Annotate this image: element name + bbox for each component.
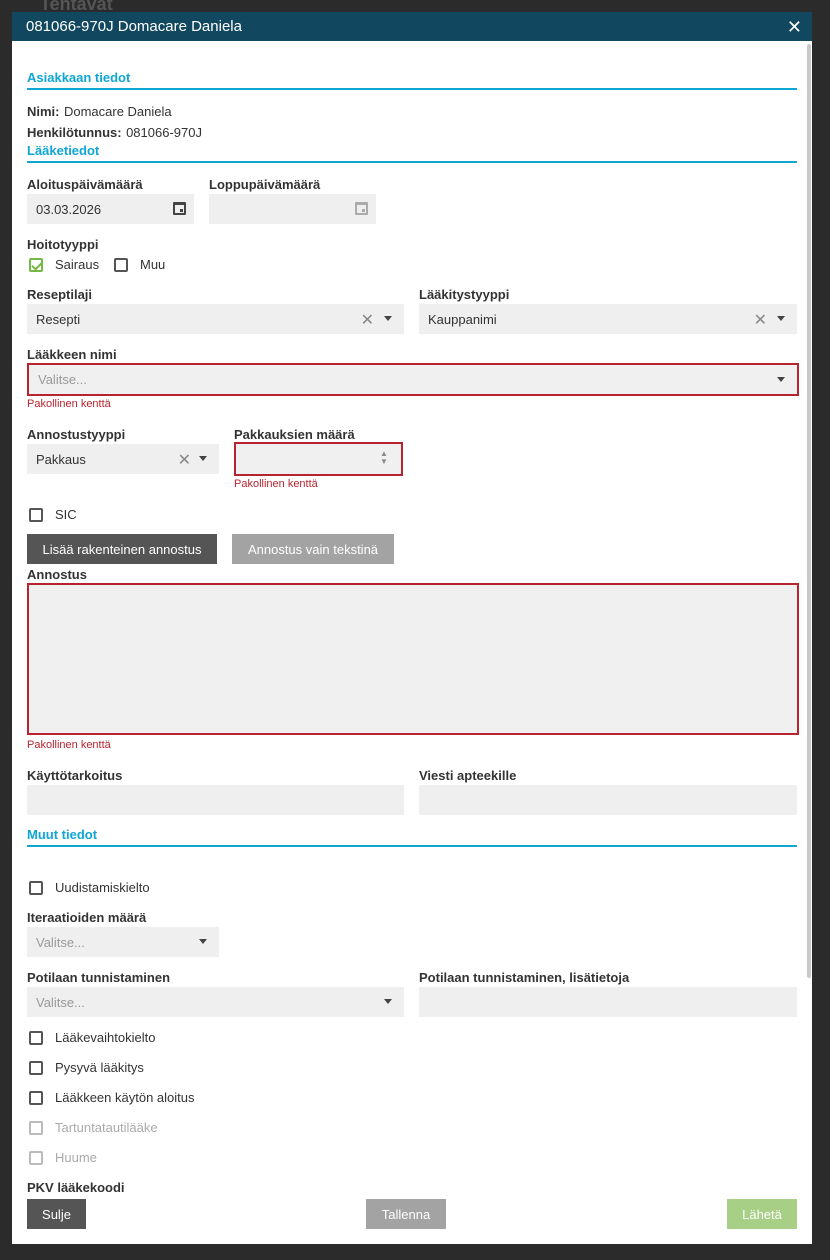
checkbox-muu[interactable]: Muu [114, 257, 165, 272]
client-ssn-row: Henkilötunnus: 081066-970J [27, 124, 202, 142]
client-name-row: Nimi: Domacare Daniela [27, 103, 172, 121]
chevron-down-icon[interactable] [777, 377, 785, 382]
section-divider [27, 161, 797, 163]
medication-type-select[interactable]: Kauppanimi ✕ [419, 304, 797, 334]
chevron-down-icon[interactable] [777, 316, 785, 321]
client-name-label: Nimi: [27, 104, 60, 119]
purpose-label: Käyttötarkoitus [27, 768, 123, 783]
checkbox-icon[interactable] [29, 880, 43, 895]
section-divider [27, 845, 797, 847]
checkbox-label: Tartuntatautilääke [55, 1120, 158, 1135]
checkbox-icon[interactable] [29, 1090, 43, 1105]
dosage-label: Annostus [27, 567, 87, 582]
close-icon[interactable]: ✕ [787, 18, 802, 36]
dosage-textarea[interactable] [27, 583, 799, 735]
checkbox-substitution-ban[interactable]: Lääkevaihtokielto [29, 1030, 155, 1045]
dosage-text-only-button[interactable]: Annostus vain tekstinä [232, 534, 394, 564]
section-title-client: Asiakkaan tiedot [27, 70, 131, 85]
section-divider [27, 88, 797, 90]
prescription-type-value: Resepti [36, 311, 81, 327]
checkbox-icon[interactable] [114, 257, 128, 272]
stepper-icon[interactable]: ▲ ▼ [377, 450, 391, 466]
checkbox-renewal-ban[interactable]: Uudistamiskielto [29, 880, 150, 895]
client-ssn-label: Henkilötunnus: [27, 125, 122, 140]
prescription-type-label: Reseptilaji [27, 287, 93, 302]
iterations-select[interactable]: Valitse... [27, 927, 219, 957]
pharmacy-message-input[interactable] [419, 785, 797, 815]
calendar-icon[interactable] [355, 202, 368, 215]
treatment-type-label: Hoitotyyppi [27, 237, 99, 252]
checkbox-icon[interactable] [29, 507, 43, 522]
package-count-label: Pakkauksien määrä [234, 427, 355, 442]
medicine-name-label: Lääkkeen nimi [27, 347, 117, 362]
package-count-error: Pakollinen kenttä [234, 478, 318, 490]
dosage-type-label: Annostustyyppi [27, 427, 126, 442]
end-date-field[interactable] [209, 194, 376, 224]
chevron-down-icon[interactable] [384, 999, 392, 1004]
patient-id-label: Potilaan tunnistaminen [27, 970, 171, 985]
checkbox-infectious-disease: Tartuntatautilääke [29, 1120, 158, 1135]
patient-id-extra-label: Potilaan tunnistaminen, lisätietoja [419, 970, 630, 985]
checkbox-sairaus[interactable]: Sairaus [29, 257, 99, 272]
package-count-input[interactable]: ▲ ▼ [234, 442, 403, 476]
checkbox-label: Muu [140, 257, 166, 272]
medicine-name-placeholder: Valitse... [38, 372, 87, 387]
medicine-name-error: Pakollinen kenttä [27, 398, 111, 410]
send-button[interactable]: Lähetä [727, 1199, 797, 1229]
start-date-value: 03.03.2026 [36, 201, 102, 217]
save-button[interactable]: Tallenna [366, 1199, 446, 1229]
patient-id-placeholder: Valitse... [36, 994, 85, 1010]
calendar-icon[interactable] [173, 202, 186, 215]
clear-icon[interactable]: ✕ [178, 450, 191, 470]
checkbox-label: Lääkkeen käytön aloitus [55, 1090, 195, 1105]
dosage-type-value: Pakkaus [36, 451, 86, 467]
modal-body: Asiakkaan tiedot Nimi: Domacare Daniela … [12, 41, 812, 1195]
chevron-down-icon[interactable] [384, 316, 392, 321]
medication-modal: 081066-970J Domacare Daniela ✕ Asiakkaan… [12, 12, 812, 1244]
checkbox-icon[interactable] [29, 1030, 43, 1045]
purpose-input[interactable] [27, 785, 404, 815]
dosage-type-select[interactable]: Pakkaus ✕ [27, 444, 219, 474]
checkbox-label: Lääkevaihtokielto [55, 1030, 156, 1045]
checkbox-icon [29, 1150, 43, 1165]
chevron-down-icon[interactable] [199, 939, 207, 944]
pharmacy-message-label: Viesti apteekille [419, 768, 517, 783]
medication-type-label: Lääkitystyyppi [419, 287, 510, 302]
patient-id-select[interactable]: Valitse... [27, 987, 404, 1017]
checkbox-checked-icon[interactable] [29, 257, 43, 272]
section-title-medicine: Lääketiedot [27, 143, 100, 158]
start-date-field[interactable]: 03.03.2026 [27, 194, 194, 224]
medication-type-value: Kauppanimi [428, 311, 497, 327]
checkbox-start-of-use[interactable]: Lääkkeen käytön aloitus [29, 1090, 194, 1105]
checkbox-label: Sairaus [55, 257, 100, 272]
checkbox-label: Huume [55, 1150, 97, 1165]
start-date-label: Aloituspäivämäärä [27, 177, 143, 192]
section-title-other: Muut tiedot [27, 827, 98, 842]
clear-icon[interactable]: ✕ [754, 310, 767, 330]
checkbox-icon[interactable] [29, 1060, 43, 1075]
add-structured-dosage-button[interactable]: Lisää rakenteinen annostus [27, 534, 217, 564]
iterations-label: Iteraatioiden määrä [27, 910, 147, 925]
checkbox-sic[interactable]: SIC [29, 507, 77, 522]
medicine-name-select[interactable]: Valitse... [27, 363, 799, 396]
iterations-placeholder: Valitse... [36, 934, 85, 950]
dosage-error: Pakollinen kenttä [27, 739, 111, 751]
checkbox-label: SIC [55, 507, 77, 522]
modal-title: 081066-970J Domacare Daniela [26, 18, 242, 35]
chevron-down-icon[interactable] [199, 456, 207, 461]
patient-id-extra-input[interactable] [419, 987, 797, 1017]
client-ssn-value: 081066-970J [126, 125, 202, 140]
clear-icon[interactable]: ✕ [361, 310, 374, 330]
prescription-type-select[interactable]: Resepti ✕ [27, 304, 404, 334]
checkbox-permanent-medication[interactable]: Pysyvä lääkitys [29, 1060, 144, 1075]
end-date-label: Loppupäivämäärä [209, 177, 321, 192]
pkv-label: PKV lääkekoodi [27, 1180, 125, 1195]
checkbox-label: Uudistamiskielto [55, 880, 150, 895]
close-button[interactable]: Sulje [27, 1199, 86, 1229]
modal-header: 081066-970J Domacare Daniela ✕ [12, 12, 812, 41]
client-name-value: Domacare Daniela [63, 104, 172, 119]
checkbox-icon [29, 1120, 43, 1135]
checkbox-label: Pysyvä lääkitys [55, 1060, 144, 1075]
checkbox-narcotic: Huume [29, 1150, 97, 1165]
